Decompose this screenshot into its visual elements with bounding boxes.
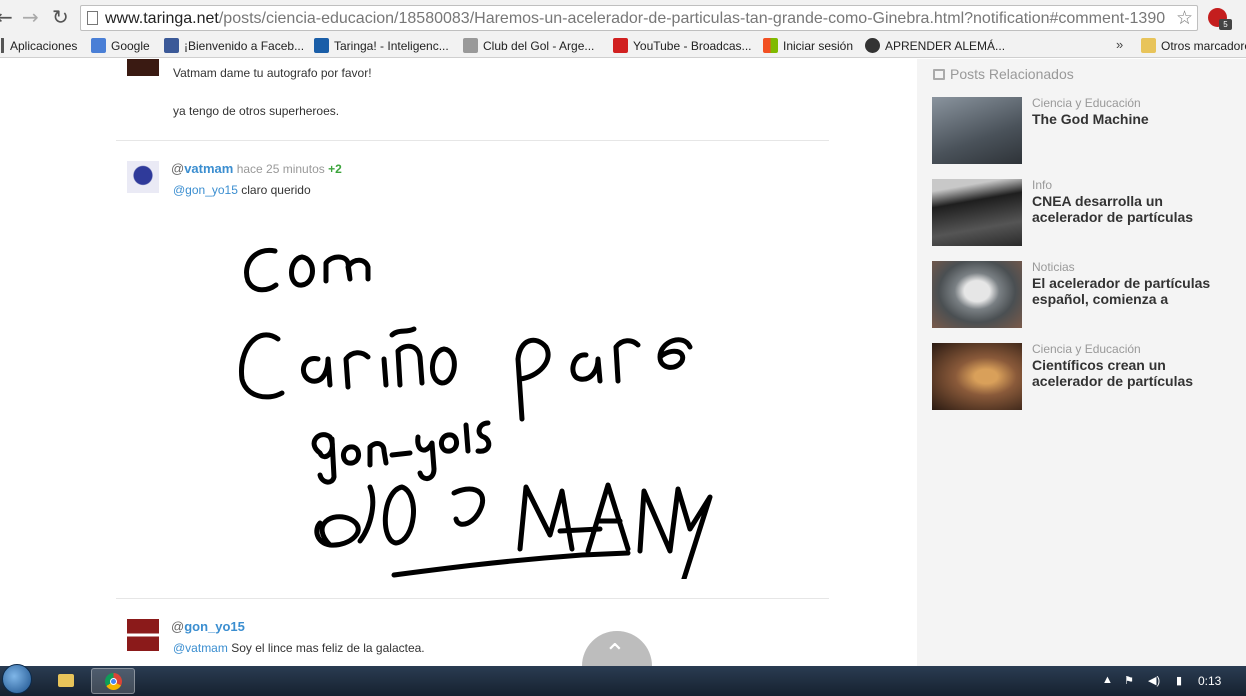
related-post-title[interactable]: El acelerador de partículas español, com… [1032, 275, 1222, 307]
windows-start-button[interactable] [2, 664, 32, 694]
address-bar[interactable]: www.taringa.net/posts/ciencia-educacion/… [80, 5, 1198, 31]
related-post-item[interactable]: Noticias El acelerador de partículas esp… [932, 260, 1232, 329]
bookmark-apps[interactable]: Aplicaciones [0, 38, 77, 53]
apps-grid-icon [0, 38, 5, 53]
bookmark-taringa[interactable]: Taringa! - Inteligenc... [314, 38, 449, 53]
bookmark-aprender-aleman[interactable]: APRENDER ALEMÁ... [865, 38, 1005, 53]
page-icon [87, 11, 98, 25]
at-sign: @ [171, 161, 185, 176]
related-post-category: Noticias [1032, 260, 1075, 274]
bookmark-iniciar-sesion[interactable]: Iniciar sesión [763, 38, 853, 53]
action-center-flag-icon[interactable]: ⚑ [1124, 674, 1134, 687]
comment-divider [116, 598, 829, 599]
forward-arrow-icon[interactable]: → [22, 7, 39, 27]
related-post-title[interactable]: CNEA desarrolla un acelerador de partícu… [1032, 193, 1222, 225]
taskbar: ▲ ⚑ ◀) ▮ 0:13 [0, 664, 1246, 696]
bookmark-youtube[interactable]: YouTube - Broadcas... [613, 38, 752, 53]
related-post-category: Ciencia y Educación [1032, 96, 1141, 110]
comment-text: Vatmam dame tu autografo por favor! [173, 66, 372, 80]
extension-badge: 5 [1219, 19, 1232, 30]
url-text[interactable]: www.taringa.net/posts/ciencia-educacion/… [105, 10, 1175, 28]
related-post-thumbnail[interactable] [932, 261, 1022, 328]
dw-icon [865, 38, 880, 53]
at-sign: @ [171, 619, 185, 634]
comment-text: Soy el lince mas feliz de la galactea. [231, 641, 425, 655]
related-post-category: Ciencia y Educación [1032, 342, 1141, 356]
bookmark-facebook[interactable]: ¡Bienvenido a Faceb... [164, 38, 304, 53]
related-post-item[interactable]: Ciencia y Educación Científicos crean un… [932, 342, 1232, 411]
bookmark-google[interactable]: Google [91, 38, 150, 53]
bookmarks-bar: Aplicaciones Google ¡Bienvenido a Faceb.… [0, 34, 1246, 58]
bookmark-other-folder[interactable]: Otros marcadores [1141, 38, 1246, 53]
chevron-up-icon: ⌃ [604, 639, 626, 666]
url-host: www.taringa.net [105, 10, 219, 27]
related-post-item[interactable]: Info CNEA desarrolla un acelerador de pa… [932, 178, 1232, 247]
volume-icon[interactable]: ◀) [1148, 674, 1160, 687]
comment-username[interactable]: vatmam [184, 161, 233, 176]
comment-username[interactable]: gon_yo15 [184, 619, 245, 634]
posts-icon [933, 68, 945, 80]
comment-body: @gon_yo15 claro querido [173, 183, 311, 197]
chrome-icon-center [110, 678, 117, 685]
comment-mention[interactable]: @gon_yo15 [173, 183, 238, 197]
windows-logo-icon [763, 38, 778, 53]
taskbar-clock[interactable]: 0:13 [1198, 674, 1221, 688]
related-post-thumbnail[interactable] [932, 343, 1022, 410]
bookmark-club-del-gol[interactable]: Club del Gol - Arge... [463, 38, 594, 53]
comment-body: @vatmam Soy el lince mas feliz de la gal… [173, 641, 425, 655]
related-post-thumbnail[interactable] [932, 179, 1022, 246]
avatar[interactable] [127, 619, 159, 651]
related-post-category: Info [1032, 178, 1053, 192]
back-arrow-icon[interactable]: ← [0, 7, 13, 27]
avatar[interactable] [127, 59, 159, 76]
comment-text: claro querido [241, 183, 311, 197]
bookmarks-overflow-chevron[interactable]: » [1116, 37, 1123, 52]
page-content: Vatmam dame tu autografo por favor! ya t… [0, 59, 1246, 666]
reload-icon[interactable]: ↻ [52, 7, 69, 27]
bookmark-star-icon[interactable]: ☆ [1176, 7, 1193, 30]
browser-toolbar: ← → ↻ www.taringa.net/posts/ciencia-educ… [0, 0, 1246, 34]
autograph-drawing [238, 247, 713, 579]
chrome-taskbar-button[interactable] [91, 668, 135, 694]
scroll-to-top-button[interactable]: ⌃ [582, 631, 652, 666]
related-post-item[interactable]: Ciencia y Educación The God Machine [932, 96, 1232, 165]
facebook-icon [164, 38, 179, 53]
folder-icon [58, 674, 74, 687]
comment-votes: +2 [328, 162, 342, 176]
show-hidden-icons-icon[interactable]: ▲ [1102, 674, 1113, 686]
comment-time: hace 25 minutos [236, 162, 325, 176]
taringa-icon [314, 38, 329, 53]
comment-header: @vatmam hace 25 minutos +2 [171, 161, 342, 176]
google-icon [91, 38, 106, 53]
related-post-thumbnail[interactable] [932, 97, 1022, 164]
related-post-title[interactable]: Científicos crean un acelerador de partí… [1032, 357, 1222, 389]
related-posts-title: Posts Relacionados [933, 66, 1074, 82]
comment-text: ya tengo de otros superheroes. [173, 104, 340, 118]
comment-divider [116, 140, 829, 141]
file-explorer-taskbar-button[interactable] [44, 668, 88, 694]
youtube-icon [613, 38, 628, 53]
related-post-title[interactable]: The God Machine [1032, 111, 1222, 127]
network-icon[interactable]: ▮ [1176, 674, 1182, 687]
club-del-gol-icon [463, 38, 478, 53]
comment-mention[interactable]: @vatmam [173, 641, 228, 655]
comment-header: @gon_yo15 [171, 619, 245, 634]
url-path: /posts/ciencia-educacion/18580083/Haremo… [218, 10, 1166, 27]
folder-icon [1141, 38, 1156, 53]
avatar[interactable] [127, 161, 159, 193]
